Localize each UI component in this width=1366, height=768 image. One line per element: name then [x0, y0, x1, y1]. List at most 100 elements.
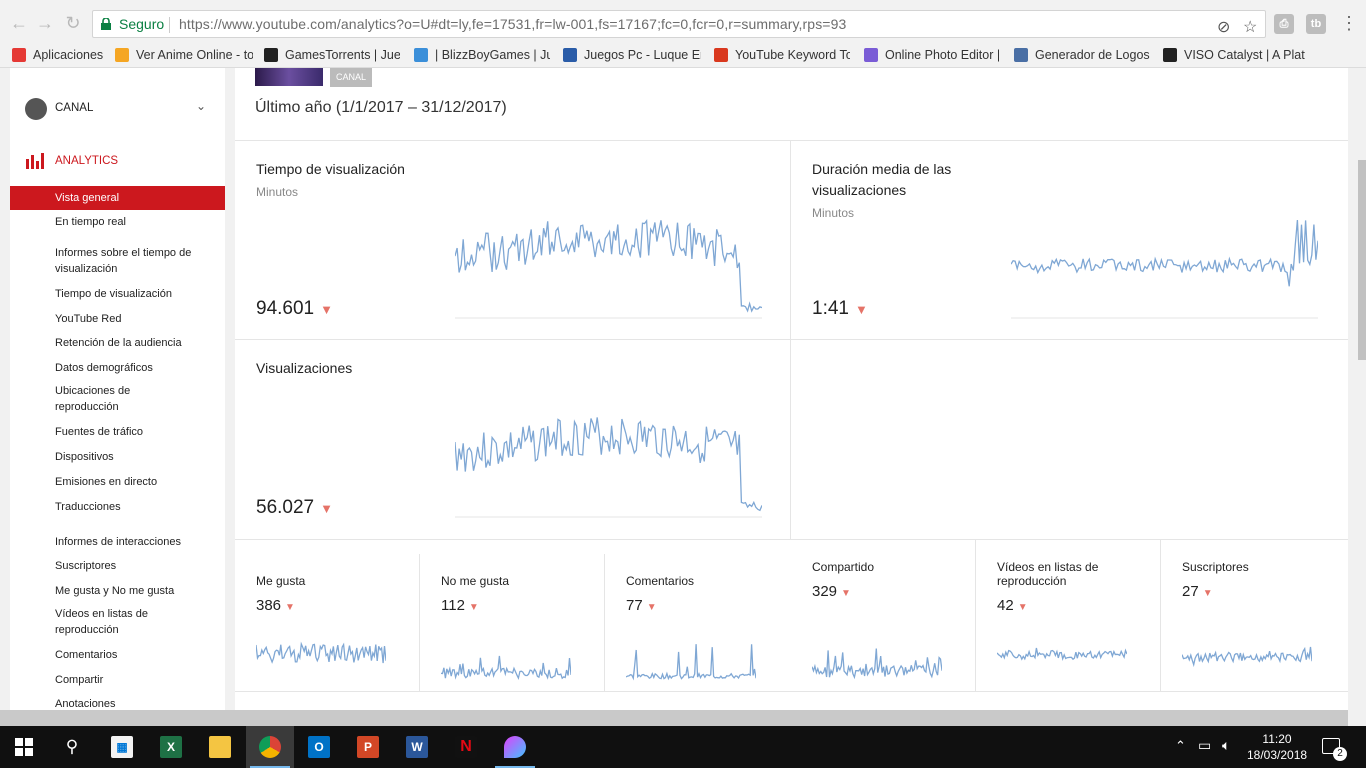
divider: [235, 339, 1348, 340]
divider: [604, 554, 605, 691]
card-title: Duración media de las visualizaciones: [812, 161, 952, 198]
address-bar[interactable]: Seguro https://www.youtube.com/analytics…: [92, 10, 1266, 38]
back-arrow-icon[interactable]: ←: [8, 12, 30, 34]
sidebar-item-vista-general[interactable]: Vista general: [10, 186, 225, 210]
bookmark-star-icon[interactable]: ☆: [1243, 15, 1257, 37]
sidebar-item-dispositivos[interactable]: Dispositivos: [10, 449, 225, 465]
watch-time-sparkline: [455, 218, 762, 319]
folder-icon: [209, 736, 231, 758]
bookmark-item[interactable]: Juegos Pc - Luque En: [563, 44, 701, 66]
bookmark-item[interactable]: GamesTorrents | Jueg: [264, 44, 400, 66]
outlook-app[interactable]: O: [295, 726, 343, 768]
no-me-gusta-sparkline: [441, 655, 571, 681]
bookmark-item[interactable]: YouTube Keyword To: [714, 44, 850, 66]
sidebar-item-informes-tiempo[interactable]: Informes sobre el tiempo de visualizació…: [10, 245, 210, 277]
metric-value-text: 27: [1182, 583, 1199, 600]
divider: [235, 140, 1348, 141]
explorer-app[interactable]: [196, 726, 244, 768]
me-gusta-sparkline: [256, 641, 386, 664]
bookmark-label: VISO Catalyst | A Platf: [1184, 48, 1305, 62]
sidebar-item-tiempo-visualizacion[interactable]: Tiempo de visualización: [10, 286, 225, 302]
excel-app[interactable]: X: [147, 726, 195, 768]
netflix-app[interactable]: N: [442, 726, 490, 768]
scrollbar-thumb[interactable]: [1358, 160, 1366, 360]
sidebar-item-traducciones[interactable]: Traducciones: [10, 499, 225, 515]
search-icon: ⚲: [65, 737, 79, 756]
sidebar-item-datos-demograficos[interactable]: Datos demográficos: [10, 360, 225, 376]
clock[interactable]: 11:20 18/03/2018: [1247, 731, 1307, 763]
metric-value-text: 77: [626, 597, 643, 614]
period-selector[interactable]: Último año (1/1/2017 – 31/12/2017): [255, 99, 507, 117]
metric-value-text: 112: [441, 597, 465, 614]
bookmark-item[interactable]: Ver Anime Online - to: [115, 44, 253, 66]
chevron-up-icon[interactable]: ⌃: [1175, 738, 1186, 754]
sidebar-item-informes-interacciones[interactable]: Informes de interacciones: [10, 534, 225, 550]
chrome-app[interactable]: [246, 726, 294, 768]
metric-title: Comentarios: [626, 574, 695, 588]
forward-arrow-icon[interactable]: →: [34, 12, 56, 34]
chrome-icon: [259, 736, 281, 758]
metric-title: Vídeos en listas de reproducción: [997, 560, 1099, 588]
store-app[interactable]: ▦: [98, 726, 146, 768]
sidebar-item-retencion[interactable]: Retención de la audiencia: [10, 335, 225, 351]
sidebar-item-me-gusta[interactable]: Me gusta y No me gusta: [10, 583, 225, 599]
sidebar-item-listas[interactable]: Vídeos en listas de reproducción: [10, 606, 160, 638]
url-text[interactable]: https://www.youtube.com/analytics?o=U#dt…: [179, 11, 846, 37]
trend-down-icon: ▼: [841, 588, 851, 599]
bookmark-item[interactable]: | BlizzBoyGames | Jue: [414, 44, 550, 66]
bookmark-label: Online Photo Editor |: [885, 48, 1000, 62]
canal-badge: CANAL: [330, 68, 373, 87]
pdf-extension-icon[interactable]: ⎙: [1274, 14, 1294, 34]
sidebar-item-compartir[interactable]: Compartir: [10, 672, 225, 688]
translate-icon[interactable]: ⊘: [1217, 15, 1230, 37]
metric-value-text: 42: [997, 597, 1014, 614]
search-button[interactable]: ⚲: [48, 726, 96, 768]
powerpoint-app[interactable]: P: [344, 726, 392, 768]
bookmark-item[interactable]: Generador de Logos y: [1014, 44, 1150, 66]
card-value: 56.027 ▼: [256, 497, 333, 519]
bookmark-label: | BlizzBoyGames | Jue: [435, 48, 550, 62]
word-app[interactable]: W: [393, 726, 441, 768]
canal-menu[interactable]: CANAL ⌄: [10, 96, 225, 122]
sidebar-item-comentarios[interactable]: Comentarios: [10, 647, 225, 663]
card-value: 94.601 ▼: [256, 298, 333, 320]
sidebar-item-anotaciones[interactable]: Anotaciones: [10, 696, 225, 710]
maps-app[interactable]: [491, 726, 539, 768]
sidebar-item-youtube-red[interactable]: YouTube Red: [10, 311, 225, 327]
card-title: Visualizaciones: [256, 360, 353, 376]
volume-icon[interactable]: 🔈︎: [1222, 737, 1230, 754]
secure-label: Seguro: [119, 16, 165, 32]
trend-down-icon: ▼: [854, 302, 868, 317]
bookmark-label: Ver Anime Online - to: [136, 48, 253, 62]
metric-value: 112 ▼: [441, 597, 479, 614]
sidebar-item-emisiones[interactable]: Emisiones en directo: [10, 474, 225, 490]
reload-icon[interactable]: ↻: [62, 12, 84, 34]
tubebuddy-extension-icon[interactable]: tb: [1306, 14, 1326, 34]
anime-favicon-icon: [115, 48, 129, 62]
sidebar-item-tiempo-real[interactable]: En tiempo real: [10, 214, 225, 230]
divider: [235, 691, 1348, 692]
sidebar-item-fuentes-trafico[interactable]: Fuentes de tráfico: [10, 424, 225, 440]
chevron-down-icon[interactable]: ⌄: [196, 99, 206, 113]
clock-date: 18/03/2018: [1247, 748, 1308, 762]
bookmark-label: Aplicaciones: [33, 48, 104, 62]
trend-down-icon: ▼: [646, 602, 657, 613]
canal-label: CANAL: [55, 102, 94, 114]
windows-taskbar: ⚲ ▦ X O P W N ⌃ ▭ 🔈︎ 11:20 18/03/2018 2: [0, 726, 1366, 768]
bookmark-item[interactable]: Aplicaciones: [12, 44, 104, 66]
url-divider: [169, 17, 170, 33]
sidebar-item-ubicaciones[interactable]: Ubicaciones de reproducción: [10, 383, 160, 415]
trend-down-icon: ▼: [320, 501, 333, 516]
bookmark-item[interactable]: VISO Catalyst | A Platf: [1163, 44, 1305, 66]
horizontal-scrollbar[interactable]: [0, 710, 1348, 726]
account-icon: [25, 98, 47, 120]
channel-thumbnail[interactable]: [255, 68, 323, 86]
start-button[interactable]: [0, 726, 48, 768]
network-icon[interactable]: ▭: [1198, 737, 1211, 754]
bookmark-item[interactable]: Online Photo Editor |: [864, 44, 1000, 66]
menu-icon[interactable]: ⋮: [1338, 12, 1360, 34]
sidebar-item-suscriptores[interactable]: Suscriptores: [10, 558, 225, 574]
analytics-menu[interactable]: ANALYTICS: [10, 148, 225, 174]
views-sparkline: [455, 417, 762, 518]
apps-grid-icon: [12, 48, 26, 62]
